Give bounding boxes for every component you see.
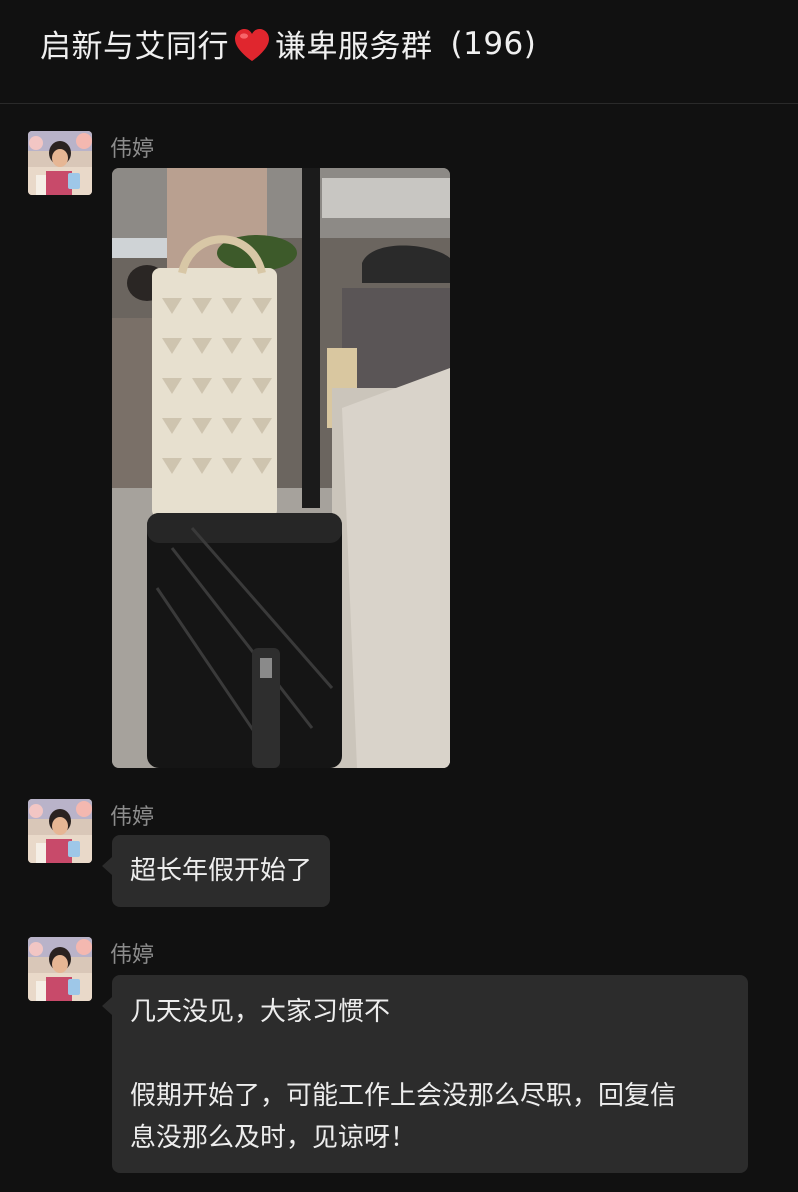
text-message-bubble[interactable]: 超长年假开始了 [101,835,331,907]
message-text-line: 几天没见，大家习惯不 [130,997,391,1027]
avatar[interactable] [28,937,92,1001]
message-item: 伟婷 几天没见，大家习惯不 假期开始了，可能工作上会没那么尽职，回复信 息没那么… [28,937,768,1177]
sender-name: 伟婷 [110,137,155,162]
member-count: (196) [450,25,537,62]
group-name-part-2: 谦卑服务群 [275,29,433,65]
group-title[interactable]: 启新与艾同行 谦卑服务群 (196) [40,21,536,66]
text-message-bubble[interactable]: 几天没见，大家习惯不 假期开始了，可能工作上会没那么尽职，回复信 息没那么及时，… [102,975,748,1173]
group-name-part-1: 启新与艾同行 [40,29,229,65]
chat-header: 启新与艾同行 谦卑服务群 (196) [0,0,798,104]
message-item: 伟婷 超长年假开始了 [28,799,768,914]
luggage-photo [112,168,450,768]
message-item: 伟婷 [28,131,768,771]
message-text-line: 息没那么及时，见谅呀！ [130,1123,417,1153]
message-text: 超长年假开始了 [130,856,313,886]
avatar[interactable] [28,799,92,863]
red-heart-icon [235,28,269,61]
avatar[interactable] [28,131,92,195]
sender-name: 伟婷 [110,805,155,830]
message-text-line: 假期开始了，可能工作上会没那么尽职，回复信 [130,1081,677,1111]
sender-name: 伟婷 [110,943,155,968]
image-message[interactable] [112,168,450,768]
